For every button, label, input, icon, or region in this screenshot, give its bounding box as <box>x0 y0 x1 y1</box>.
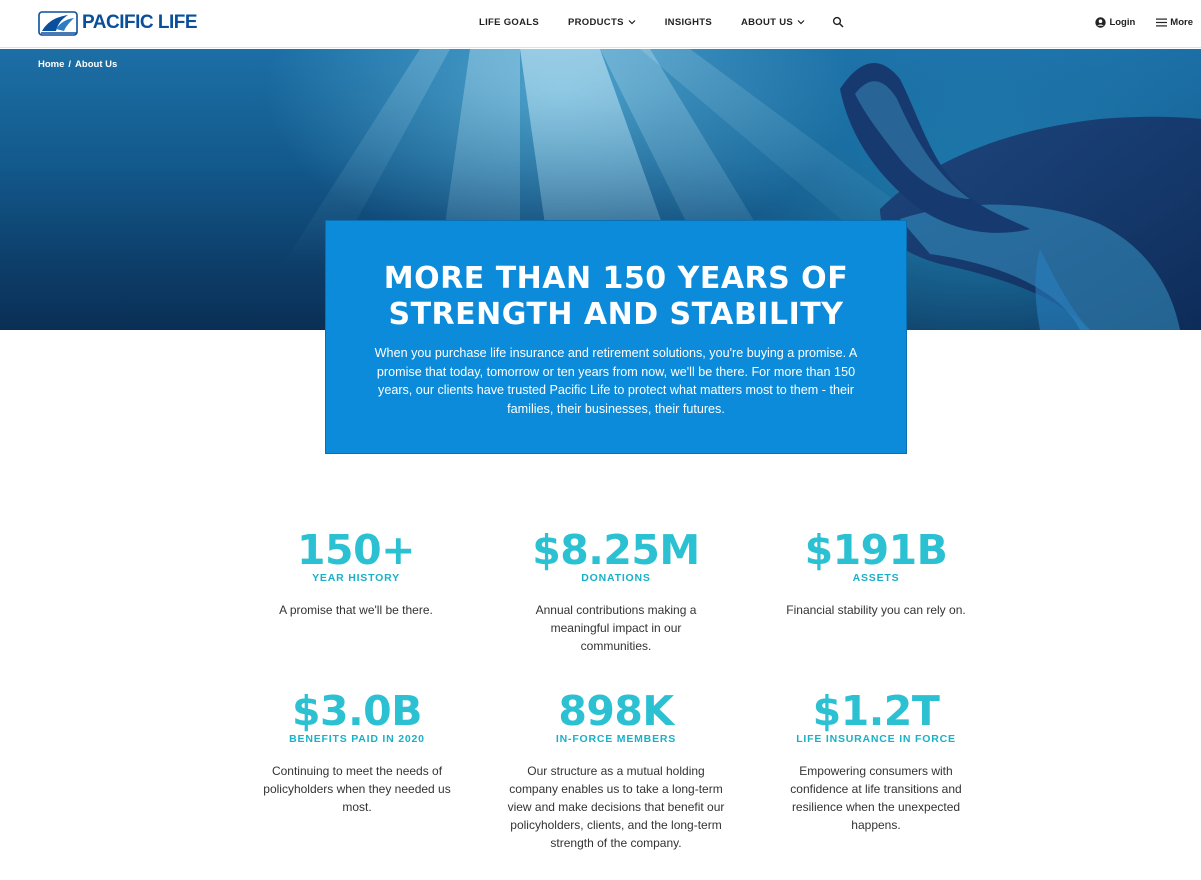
title-line: STRENGTH AND STABILITY <box>388 297 844 332</box>
search-icon[interactable] <box>832 16 844 28</box>
stat-label: IN-FORCE MEMBERS <box>555 733 677 745</box>
stat-value: 898K <box>558 687 674 735</box>
stat-value: $1.2T <box>812 687 940 735</box>
more-label: More <box>1170 16 1193 28</box>
stat-item: $191B ASSETS Financial stability you can… <box>772 526 980 619</box>
login-label: Login <box>1109 16 1136 28</box>
nav-label: ABOUT US <box>740 16 793 28</box>
title-line: MORE THAN 150 YEARS OF <box>383 261 849 296</box>
stat-value: $8.25M <box>532 526 700 574</box>
nav-label: INSIGHTS <box>664 16 712 28</box>
stat-item: $8.25M DONATIONS Annual contributions ma… <box>507 526 725 655</box>
stat-value: 150+ <box>297 526 415 574</box>
breadcrumb-home-link[interactable]: Home <box>38 59 64 70</box>
chevron-down-icon <box>628 20 636 25</box>
stat-label: ASSETS <box>852 572 900 584</box>
user-icon <box>1095 16 1107 28</box>
main-nav: LIFE GOALS PRODUCTS INSIGHTS ABOUT US <box>479 0 844 44</box>
stat-description: Continuing to meet the needs of policyho… <box>263 764 451 814</box>
nav-life-goals[interactable]: LIFE GOALS <box>479 17 539 28</box>
nav-insights[interactable]: INSIGHTS <box>665 17 712 28</box>
breadcrumb: Home / About Us <box>38 59 117 70</box>
stat-description: Financial stability you can rely on. <box>786 603 966 617</box>
page-title: MORE THAN 150 YEARS OF STRENGTH AND STAB… <box>326 261 906 333</box>
hero-description: When you purchase life insurance and ret… <box>374 346 858 416</box>
pacific-life-logo[interactable]: PACIFIC LIFE <box>38 8 198 38</box>
stat-description: A promise that we'll be there. <box>279 603 433 617</box>
stat-item: 150+ YEAR HISTORY A promise that we'll b… <box>256 526 456 619</box>
stat-item: $3.0B BENEFITS PAID IN 2020 Continuing t… <box>251 687 463 816</box>
stat-label: YEAR HISTORY <box>312 572 400 584</box>
hamburger-icon <box>1156 18 1168 26</box>
stat-label: LIFE INSURANCE IN FORCE <box>796 733 956 745</box>
whale-logo-icon <box>38 11 78 36</box>
nav-label: PRODUCTS <box>568 16 624 28</box>
stat-item: $1.2T LIFE INSURANCE IN FORCE Empowering… <box>776 687 976 834</box>
more-menu-button[interactable]: More <box>1156 17 1193 28</box>
breadcrumb-separator: / <box>68 59 72 70</box>
stat-value: $191B <box>804 526 948 574</box>
chevron-down-icon <box>797 20 805 25</box>
stat-description: Annual contributions making a meaningful… <box>535 603 697 653</box>
stat-value: $3.0B <box>292 687 422 735</box>
stat-label: BENEFITS PAID IN 2020 <box>289 733 425 745</box>
site-header: PACIFIC LIFE LIFE GOALS PRODUCTS INSIGHT… <box>0 0 1201 48</box>
stat-description: Our structure as a mutual holding compan… <box>507 764 725 850</box>
breadcrumb-current: About Us <box>75 59 118 70</box>
brand-name: PACIFIC LIFE <box>82 12 198 33</box>
nav-products[interactable]: PRODUCTS <box>568 17 636 28</box>
nav-label: LIFE GOALS <box>479 16 539 28</box>
stat-description: Empowering consumers with confidence at … <box>790 764 962 832</box>
stat-item: 898K IN-FORCE MEMBERS Our structure as a… <box>506 687 726 852</box>
nav-about-us[interactable]: ABOUT US <box>741 17 805 28</box>
hero-card: MORE THAN 150 YEARS OF STRENGTH AND STAB… <box>325 220 907 454</box>
header-tools: Login More <box>1074 0 1193 44</box>
login-button[interactable]: Login <box>1095 17 1135 28</box>
